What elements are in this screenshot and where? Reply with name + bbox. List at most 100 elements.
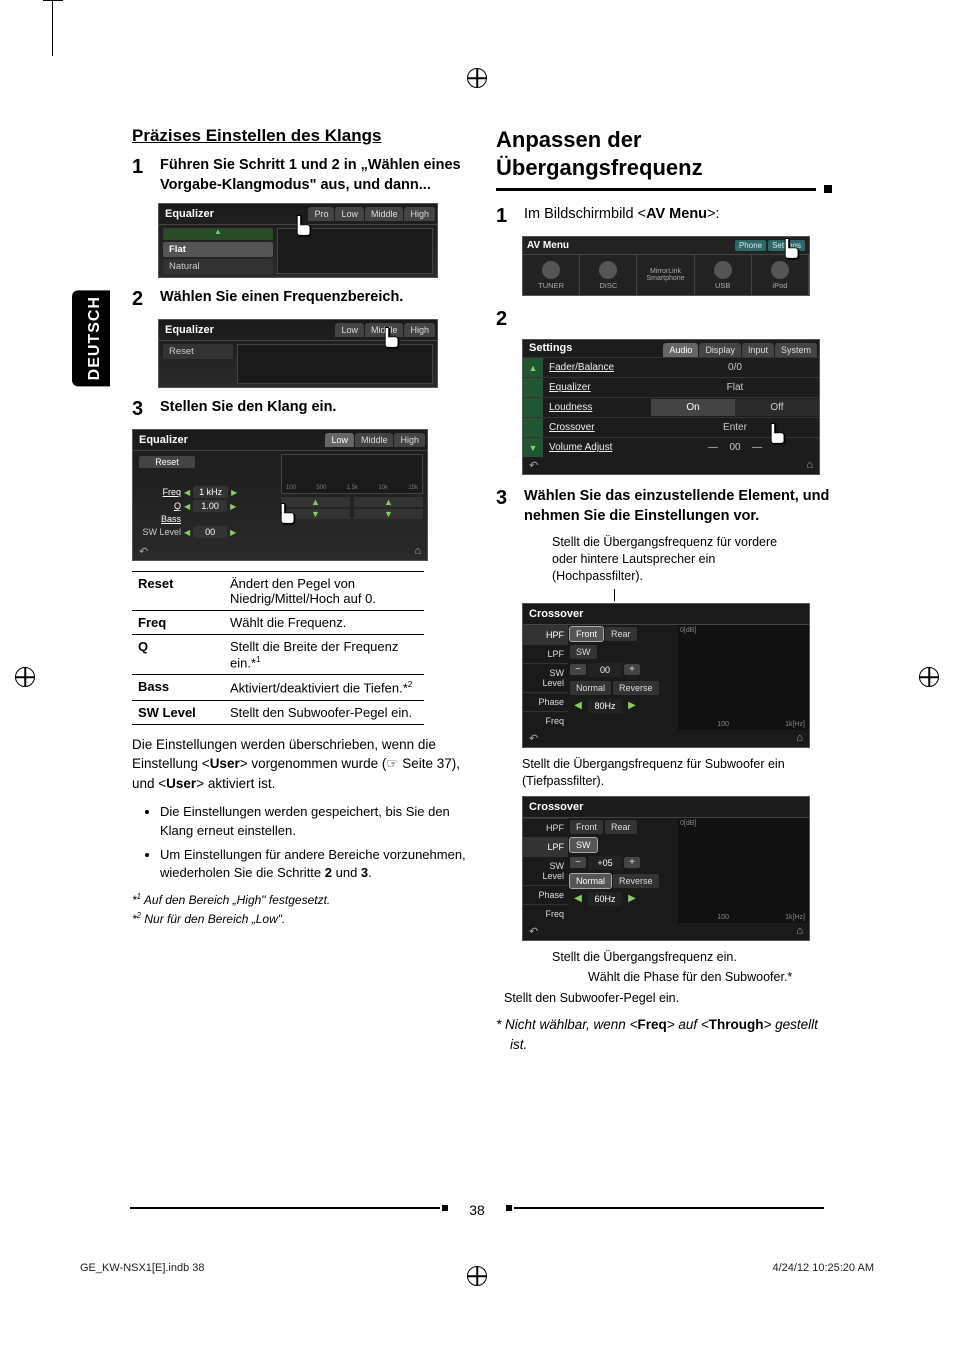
tab-low: Low [335,323,364,337]
right-arrow-icon: ▶ [231,488,237,497]
callout-freq: Stellt die Übergangsfrequenz ein. [552,949,832,966]
back-icon: ↶ [529,459,538,472]
right-arrow-icon: ▶ [230,502,236,511]
row-phase: Phase [523,885,568,904]
phone-button: Phone [735,240,766,251]
row-freq: Freq [523,711,568,730]
xover-title: Crossover [523,797,809,818]
up-arrow-icon: ▲ [354,497,423,507]
ss1-title: Equalizer [161,208,214,220]
left-heading: Präzises Einstellen des Klangs [132,126,468,146]
page-rule [130,1207,440,1209]
scroll-up-icon: ▲ [523,358,543,377]
equalizer-screenshot-3: Equalizer Low Middle High Reset Freq◀1 k… [132,429,428,561]
ss2-title: Equalizer [161,324,214,336]
back-icon: ↶ [529,925,538,938]
row-hpf: HPF [523,625,568,644]
footer-timestamp: 4/24/12 10:25:20 AM [772,1262,874,1274]
down-arrow-icon: ▼ [354,509,423,519]
chip-rear: Rear [605,627,637,641]
minus-icon: − [570,664,586,675]
print-registration-right [919,667,939,687]
tab-pro: Pro [308,207,334,221]
right-arrow-icon: ▶ [624,700,640,711]
settings-screenshot: Settings Audio Display Input System ▲Fad… [522,339,820,475]
tab-low: Low [335,207,364,221]
print-registration-top [467,68,487,88]
row-lpf: LPF [523,644,568,663]
right-heading: Anpassen der Übergangsfrequenz [496,126,832,181]
print-registration-left [15,667,35,687]
tab-middle: Middle [365,207,404,221]
minus-icon: − [570,857,586,868]
ss3-title: Equalizer [135,434,188,446]
lbl-bass: Bass [139,514,181,524]
down-arrow-icon: ▼ [281,509,350,519]
step-2: 2 Wählen Sie einen Frequenzbereich. [132,288,468,311]
swlevel-val: 00 [588,663,622,677]
crossover-graph: 0[dB] 100 1k[Hz] [678,625,809,730]
avmenu-title: AV Menu [527,240,569,251]
r-step-1: 1 Im Bildschirmbild <AV Menu>: [496,205,832,228]
chip-sw: SW [570,645,597,659]
tab-display: Display [699,343,741,357]
row-swlevel: SW Level [523,856,568,885]
home-icon: ⌂ [806,459,813,472]
tab-middle: Middle [365,323,404,337]
row-phase: Phase [523,692,568,711]
settings-title: Settings [529,342,572,357]
equalizer-screenshot-1: Equalizer Pro Low Middle High Flat Natur… [158,203,438,278]
usb-cell: USB [695,255,752,295]
up-arrow-icon: ▲ [281,497,350,507]
callout-hpf: Stellt die Übergangsfrequenz für vordere… [552,534,792,585]
home-icon: ⌂ [796,925,803,938]
tab-high: High [394,433,425,447]
ipod-cell: iPod [752,255,809,295]
parameter-table: ResetÄndert den Pegel von Niedrig/Mittel… [132,571,424,725]
tuner-cell: TUNER [523,255,580,295]
tab-low: Low [325,433,354,447]
chip-normal: Normal [570,874,611,888]
left-arrow-icon: ◀ [184,528,190,537]
tab-middle: Middle [355,433,394,447]
step-3: 3 Stellen Sie den Klang ein. [132,398,468,421]
back-icon: ↶ [529,732,538,745]
left-arrow-icon: ◀ [184,502,190,511]
tab-input: Input [742,343,774,357]
footer-file: GE_KW-NSX1[E].indb 38 [80,1262,205,1274]
chip-front: Front [570,820,603,834]
plus-icon: + [624,664,640,675]
chip-reverse: Reverse [613,681,659,695]
chip-sw: SW [570,838,597,852]
left-arrow-icon: ◀ [184,488,190,497]
preset-natural: Natural [163,259,273,274]
preset-flat: Flat [163,242,273,257]
lbl-q: Q [139,501,181,511]
lbl-freq: Freq [139,487,181,497]
scroll-down-icon: ▼ [523,438,543,457]
mirrorlink-cell: MirrorLink Smartphone [637,255,694,295]
chip-rear: Rear [605,820,637,834]
equalizer-screenshot-2: Equalizer Low Middle High Reset [158,319,438,388]
home-icon: ⌂ [414,545,421,558]
right-column: Anpassen der Übergangsfrequenz 1 Im Bild… [496,126,832,1064]
left-arrow-icon: ◀ [570,893,586,904]
chip-reverse: Reverse [613,874,659,888]
eq-graph [237,344,433,384]
left-arrow-icon: ◀ [570,700,586,711]
settings-button: Settings [768,240,805,251]
lbl-swlevel: SW Level [139,527,181,537]
step-1: 1 Führen Sie Schritt 1 und 2 in „Wählen … [132,156,468,195]
row-lpf: LPF [523,837,568,856]
row-hpf: HPF [523,818,568,837]
reset-button: Reset [139,456,195,468]
callout-swlevel: Stellt den Subwoofer-Pegel ein. [504,990,784,1007]
language-tab: DEUTSCH [72,290,110,386]
footnote-2: *2 Nur für den Bereich „Low". [132,911,468,928]
val-q: 1.00 [193,500,227,512]
tab-system: System [775,343,817,357]
crossover-graph: 0[dB] 100 1k[Hz] [678,818,809,923]
callout-phase: Wählt die Phase für den Subwoofer.* [588,969,868,986]
page-number: 38 [469,1202,485,1218]
avmenu-screenshot: AV Menu Phone Settings TUNER DISC Mirror… [522,236,810,296]
